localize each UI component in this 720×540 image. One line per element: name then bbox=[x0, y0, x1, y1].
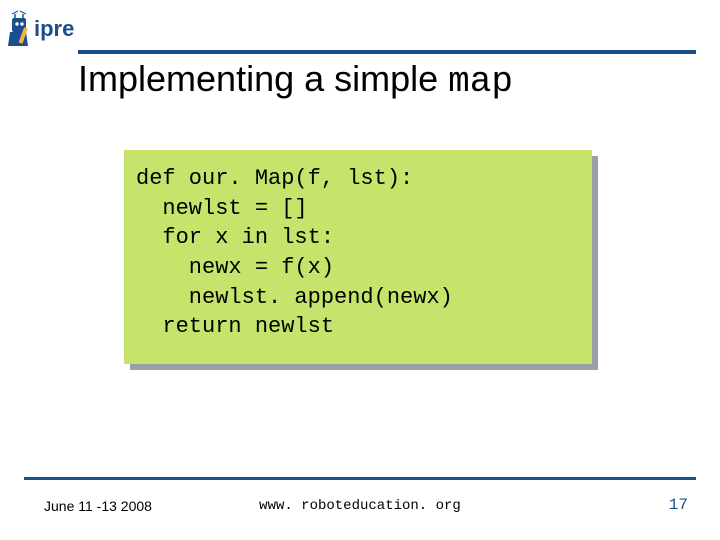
code-line: for x in lst: bbox=[136, 225, 334, 250]
title-code: map bbox=[448, 61, 513, 102]
footer-url: www. roboteducation. org bbox=[0, 498, 720, 514]
slide: ipre Implementing a simple map def our. … bbox=[0, 0, 720, 540]
ipre-logo: ipre bbox=[8, 10, 88, 48]
code-line: newlst = [] bbox=[136, 196, 308, 221]
code-block: def our. Map(f, lst): newlst = [] for x … bbox=[124, 150, 592, 364]
top-rule bbox=[78, 50, 696, 54]
logo-text: ipre bbox=[34, 16, 74, 41]
slide-title: Implementing a simple map bbox=[78, 58, 696, 102]
code-line: newlst. append(newx) bbox=[136, 285, 453, 310]
code-line: newx = f(x) bbox=[136, 255, 334, 280]
page-number: 17 bbox=[669, 496, 688, 514]
code-line: def our. Map(f, lst): bbox=[136, 166, 413, 191]
code-line: return newlst bbox=[136, 314, 334, 339]
bottom-rule bbox=[24, 477, 696, 480]
title-plain: Implementing a simple bbox=[78, 58, 448, 99]
